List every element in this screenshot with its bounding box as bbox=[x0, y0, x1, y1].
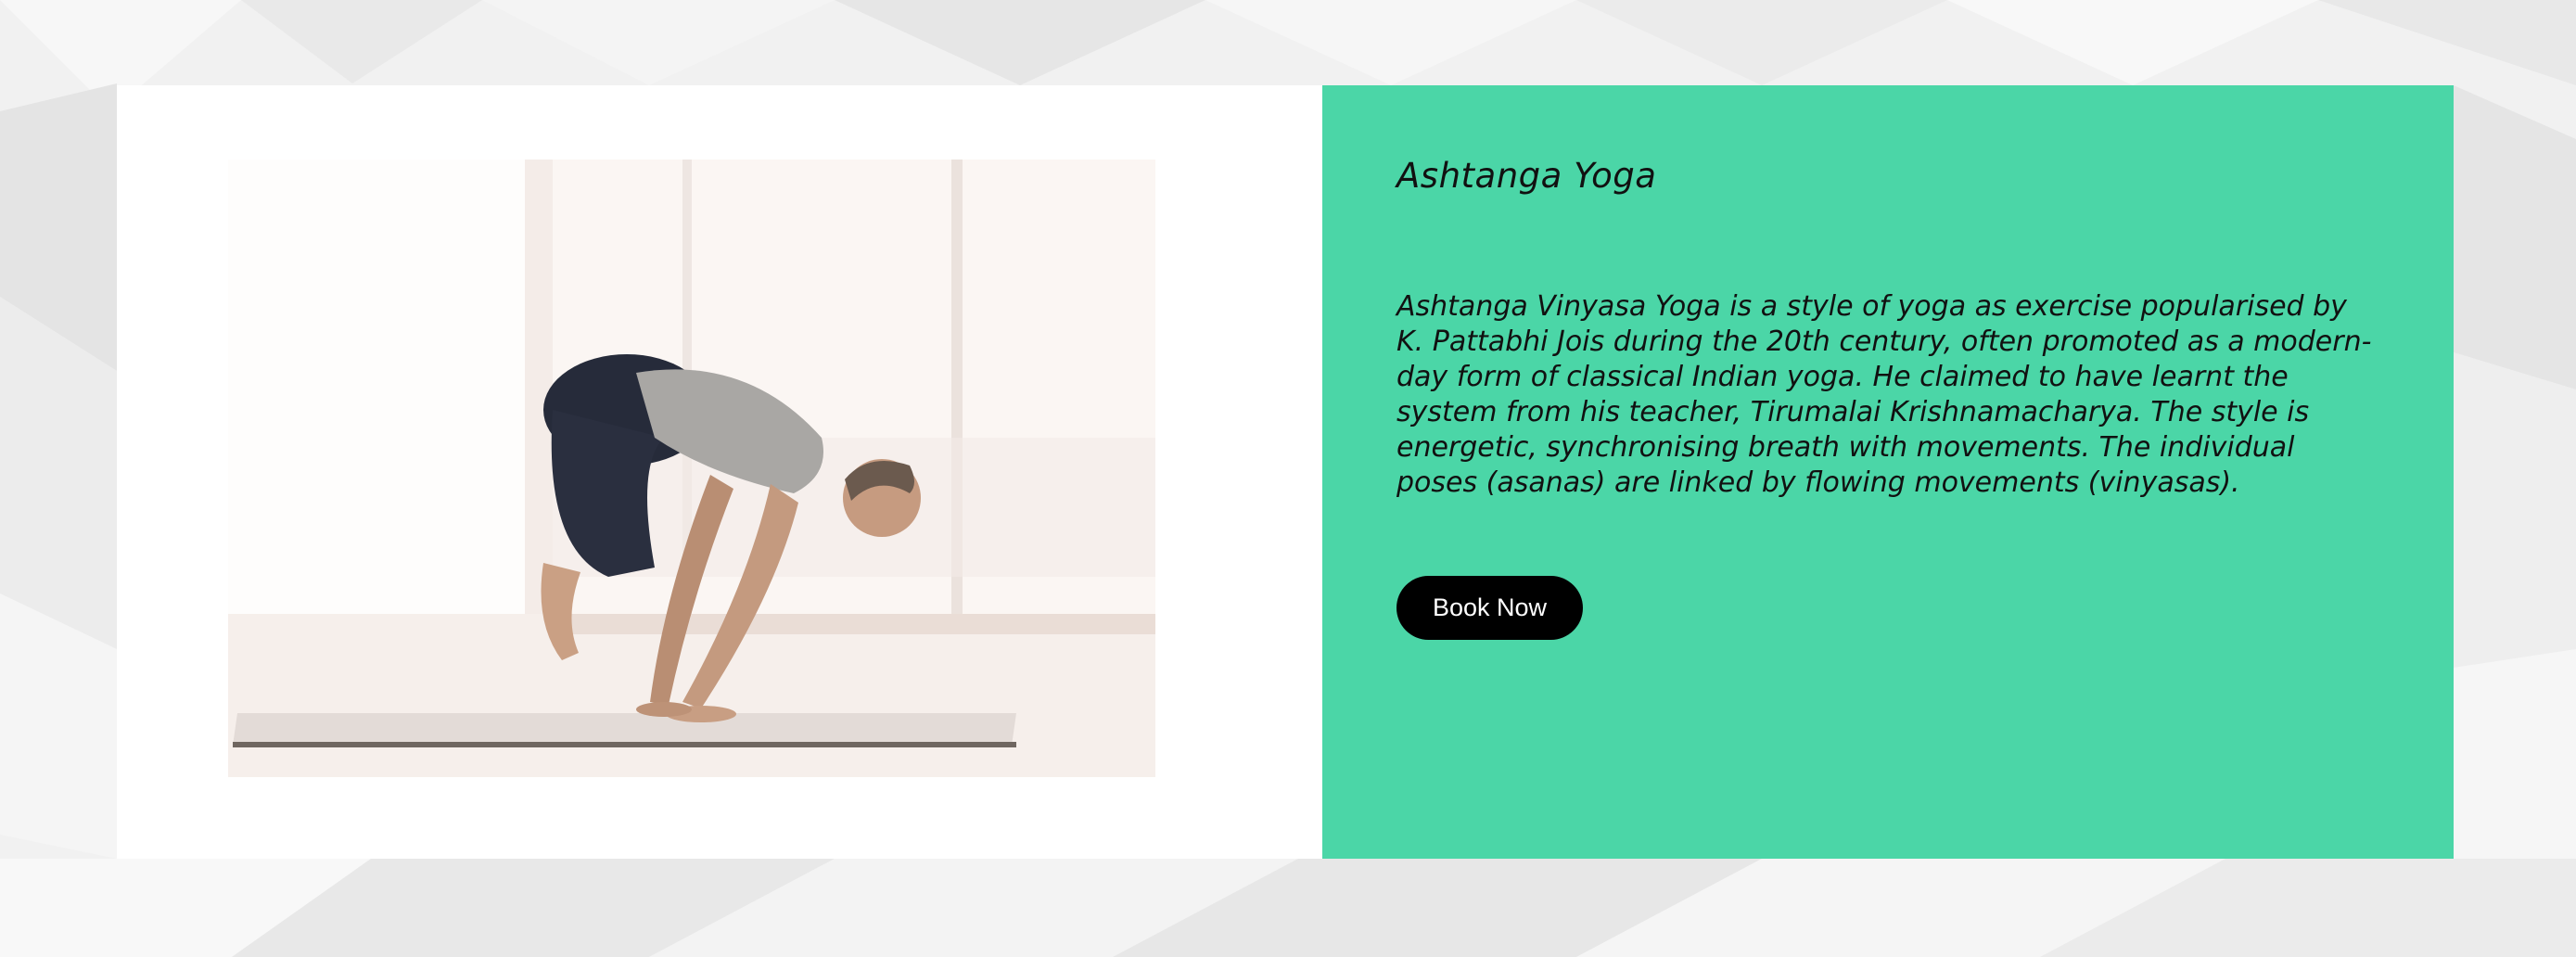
yoga-photo bbox=[228, 160, 1155, 777]
yoga-photo-illustration bbox=[228, 160, 1155, 777]
info-panel: Ashtanga Yoga Ashtanga Vinyasa Yoga is a… bbox=[1322, 85, 2454, 859]
class-card: Ashtanga Yoga Ashtanga Vinyasa Yoga is a… bbox=[117, 85, 2454, 859]
class-title: Ashtanga Yoga bbox=[1396, 156, 1657, 196]
class-description: Ashtanga Vinyasa Yoga is a style of yoga… bbox=[1396, 290, 2372, 499]
book-now-button[interactable]: Book Now bbox=[1396, 576, 1583, 640]
